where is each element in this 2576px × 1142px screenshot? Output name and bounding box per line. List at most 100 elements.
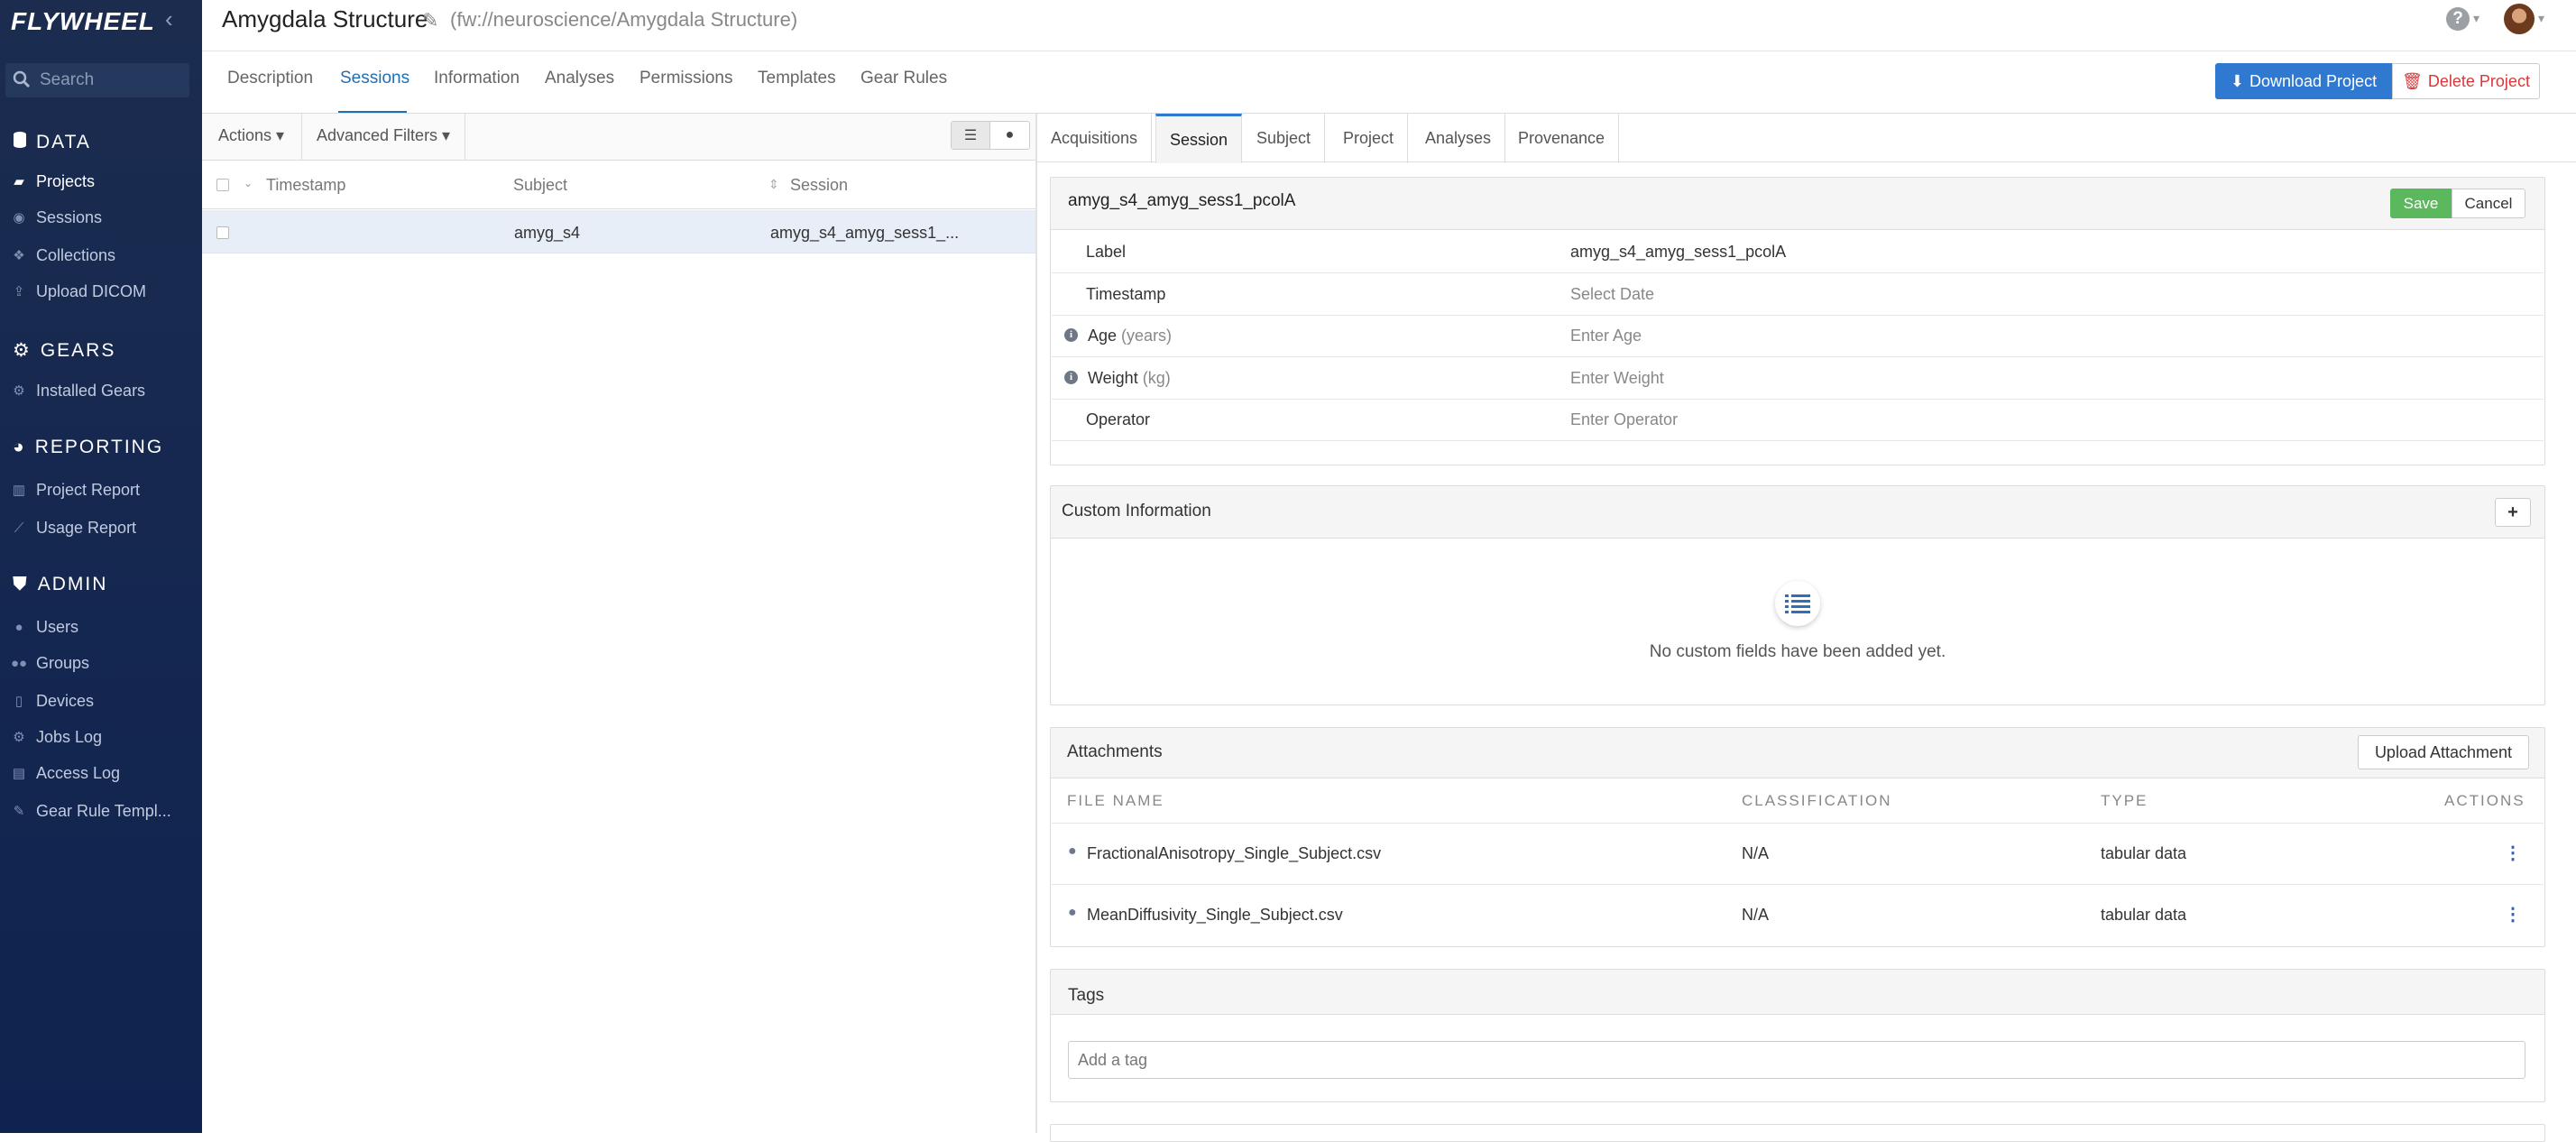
tab-subject[interactable]: Subject	[1243, 114, 1326, 163]
section-gears: ⚙ GEARS	[13, 339, 115, 362]
sidebar-item-project-report[interactable]: ▥ Project Report	[11, 476, 140, 503]
field-row-age: i Age (years) Enter Age	[1052, 316, 2544, 357]
sidebar-item-projects[interactable]: ▰ Projects	[11, 168, 95, 195]
tab-sessions[interactable]: Sessions	[340, 69, 409, 88]
user-icon: ●	[14, 619, 23, 635]
operator-input[interactable]: Enter Operator	[1570, 410, 1678, 429]
sidebar-item-label: Groups	[36, 653, 90, 672]
tab-analyses[interactable]: Analyses	[1412, 114, 1506, 163]
age-input[interactable]: Enter Age	[1570, 327, 1642, 345]
sidebar-item-installed-gears[interactable]: ⚙ Installed Gears	[11, 377, 145, 404]
file-type: tabular data	[2101, 844, 2187, 862]
sidebar-item-sessions[interactable]: ◉ Sessions	[11, 204, 102, 231]
field-label: Operator	[1086, 410, 1151, 428]
column-session[interactable]: Session	[790, 176, 848, 195]
tab-session[interactable]: Session	[1155, 114, 1243, 163]
sort-icon[interactable]: ⇕	[768, 177, 779, 192]
sidebar-item-label: Gear Rule Templ...	[36, 801, 171, 820]
delete-label: Delete Project	[2427, 71, 2530, 90]
sidebar-item-jobs-log[interactable]: ⚙ Jobs Log	[11, 723, 102, 751]
cancel-button[interactable]: Cancel	[2452, 189, 2525, 218]
row-checkbox[interactable]	[216, 226, 229, 239]
help-icon[interactable]: ?	[2446, 7, 2470, 31]
custom-info-header	[1051, 486, 2544, 539]
field-row-weight: i Weight (kg) Enter Weight	[1052, 358, 2544, 400]
file-type: tabular data	[2101, 906, 2187, 924]
edit-pencil-icon[interactable]: ✎	[422, 9, 438, 32]
sidebar-item-collections[interactable]: ❖ Collections	[11, 242, 115, 269]
upload-icon: ⇪	[13, 284, 25, 299]
avatar[interactable]	[2504, 4, 2535, 34]
advanced-filters-dropdown[interactable]: Advanced Filters ▾	[317, 126, 450, 145]
search-input[interactable]	[38, 67, 182, 94]
file-name[interactable]: MeanDiffusivity_Single_Subject.csv	[1087, 906, 1343, 925]
attachments-header	[1051, 728, 2544, 778]
sidebar-item-label: Jobs Log	[36, 727, 103, 746]
chevron-down-icon[interactable]: ▾	[2538, 11, 2544, 26]
field-row-operator: Operator Enter Operator	[1052, 400, 2544, 441]
download-label: Download Project	[2249, 71, 2378, 90]
delete-project-button[interactable]: 🗑 Delete Project	[2392, 63, 2540, 99]
column-classification: CLASSIFICATION	[1742, 792, 1892, 809]
sidebar-item-label: Installed Gears	[36, 381, 146, 400]
info-icon[interactable]: i	[1064, 328, 1078, 342]
field-row-timestamp: Timestamp Select Date	[1052, 274, 2544, 316]
field-label-text: Age	[1088, 327, 1118, 345]
sort-icon[interactable]: ⌄	[244, 177, 253, 189]
tab-information[interactable]: Information	[434, 69, 520, 88]
sidebar-item-usage-report[interactable]: ⟋ Usage Report	[11, 514, 136, 541]
sidebar-item-devices[interactable]: ▯ Devices	[11, 687, 94, 714]
add-tag-input[interactable]	[1068, 1041, 2525, 1079]
list-view-icon[interactable]: ☰	[952, 122, 991, 149]
chevron-down-icon[interactable]: ▾	[2473, 11, 2479, 26]
view-toggle: ☰ ●	[951, 121, 1030, 150]
field-unit: (kg)	[1142, 369, 1171, 387]
weight-input[interactable]: Enter Weight	[1570, 369, 1664, 388]
empty-state-text: No custom fields have been added yet.	[1649, 642, 1946, 661]
column-file-name: FILE NAME	[1067, 792, 1164, 809]
bar-chart-icon: ▥	[12, 483, 26, 498]
gear-icon: ⚙	[13, 383, 25, 399]
tab-templates[interactable]: Templates	[758, 69, 836, 88]
tab-description[interactable]: Description	[227, 69, 313, 88]
tab-analyses[interactable]: Analyses	[545, 69, 614, 88]
field-row-label: Label amyg_s4_amyg_sess1_pcolA	[1052, 232, 2544, 273]
sidebar-item-label: Users	[36, 617, 79, 636]
sidebar-item-upload-dicom[interactable]: ⇪ Upload DICOM	[11, 278, 146, 305]
flywheel-logo: FLYWHEEL	[11, 7, 155, 35]
field-label: Timestamp	[1086, 285, 1166, 303]
actions-dropdown[interactable]: Actions ▾	[218, 126, 284, 145]
tab-permissions[interactable]: Permissions	[639, 69, 732, 88]
info-icon[interactable]: i	[1064, 371, 1078, 384]
download-project-button[interactable]: ⬇ Download Project	[2215, 63, 2392, 99]
tab-provenance[interactable]: Provenance	[1504, 114, 1620, 163]
collapse-sidebar-icon[interactable]: ‹	[165, 5, 173, 33]
save-button[interactable]: Save	[2390, 189, 2452, 218]
section-admin: ⛊ ADMIN	[13, 574, 107, 595]
kebab-menu-icon[interactable]: ⋮	[2504, 842, 2522, 864]
session-title: amyg_s4_amyg_sess1_pcolA	[1068, 191, 1296, 210]
add-custom-field-button[interactable]: +	[2495, 498, 2531, 527]
label-value[interactable]: amyg_s4_amyg_sess1_pcolA	[1570, 243, 1786, 262]
sidebar-item-groups[interactable]: ●● Groups	[11, 649, 89, 677]
file-classification: N/A	[1742, 844, 1770, 862]
tab-gear-rules[interactable]: Gear Rules	[860, 69, 947, 88]
sidebar-item-access-log[interactable]: ▤ Access Log	[11, 760, 120, 787]
timestamp-date-picker[interactable]: Select Date	[1570, 285, 1654, 304]
column-timestamp[interactable]: Timestamp	[266, 176, 345, 195]
upload-attachment-button[interactable]: Upload Attachment	[2358, 735, 2529, 769]
panel-divider[interactable]	[1035, 114, 1037, 1133]
kebab-menu-icon[interactable]: ⋮	[2504, 903, 2522, 926]
sidebar-item-users[interactable]: ● Users	[11, 613, 78, 640]
file-name[interactable]: FractionalAnisotropy_Single_Subject.csv	[1087, 844, 1381, 863]
sidebar-item-gear-rule-templates[interactable]: ✎ Gear Rule Templ...	[11, 797, 171, 824]
section-reporting: ◕ REPORTING	[13, 437, 163, 458]
tab-acquisitions[interactable]: Acquisitions	[1037, 114, 1153, 163]
user-icon: ●	[1068, 905, 1077, 920]
subject-view-icon[interactable]: ●	[990, 122, 1029, 149]
column-subject[interactable]: Subject	[513, 176, 567, 195]
tab-project[interactable]: Project	[1329, 114, 1409, 163]
shield-icon: ⛊	[13, 574, 29, 594]
line-chart-icon: ⟋	[14, 520, 24, 536]
select-all-checkbox[interactable]	[216, 179, 229, 191]
